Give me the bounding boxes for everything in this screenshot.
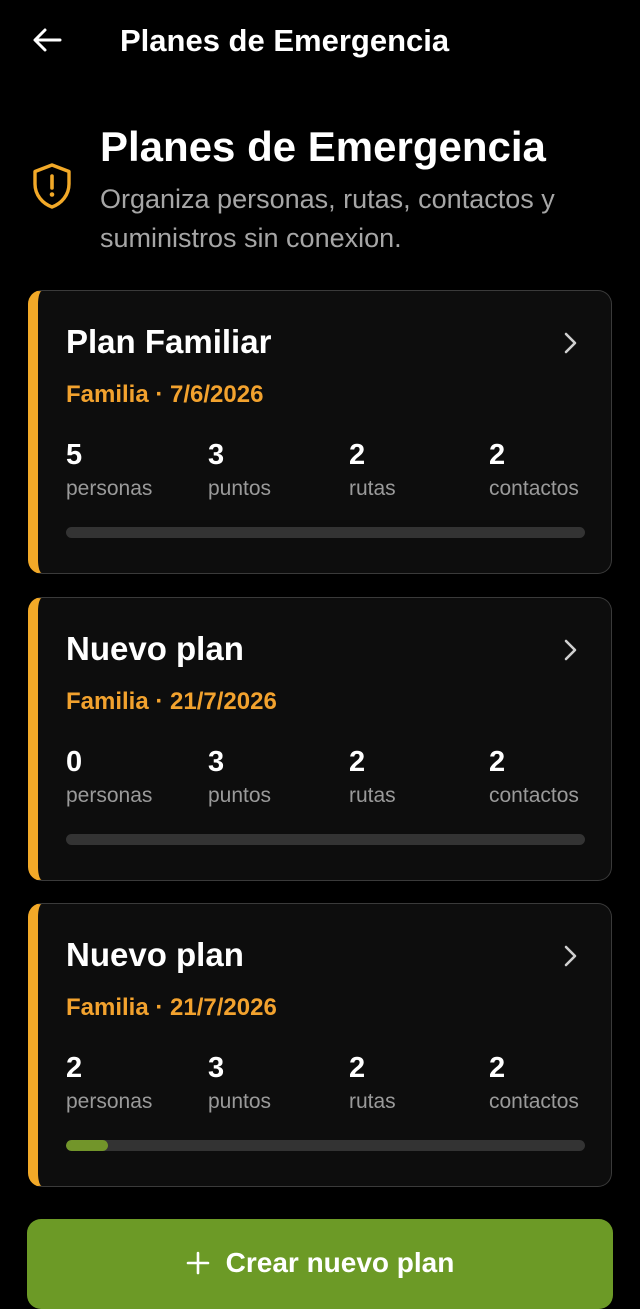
stat-label: puntos (208, 784, 272, 807)
stat-value: 0 (66, 746, 83, 778)
stat-value: 2 (66, 1052, 83, 1084)
app-bar-title: Planes de Emergencia (120, 23, 450, 58)
plan-progress-bar (66, 527, 585, 538)
page-subtitle: Organiza personas, rutas, contactos y su… (100, 184, 555, 253)
stat-label: personas (66, 784, 153, 807)
plan-title: Nuevo plan (66, 630, 244, 667)
stat-label: puntos (208, 477, 272, 500)
page-header: Planes de Emergencia Organiza personas, … (28, 118, 612, 268)
plan-card[interactable]: Nuevo plan Familia · 21/7/2026 0 persona… (28, 597, 612, 881)
stat-label: rutas (349, 1090, 396, 1113)
stat-value: 2 (349, 1052, 366, 1084)
stat-value: 2 (489, 1052, 506, 1084)
stat-label: rutas (349, 477, 396, 500)
stat-contactos: 2 contactos (489, 744, 579, 810)
stat-label: contactos (489, 784, 579, 807)
stat-rutas: 2 rutas (349, 744, 396, 810)
stat-value: 2 (349, 439, 366, 471)
back-button[interactable] (22, 18, 72, 62)
plan-type-date: Familia · 21/7/2026 (66, 994, 277, 1021)
progress-fill (66, 1140, 108, 1151)
stat-value: 2 (489, 439, 506, 471)
stat-value: 3 (208, 439, 225, 471)
stat-value: 2 (349, 746, 366, 778)
shield-alert-icon (33, 163, 71, 209)
stat-rutas: 2 rutas (349, 1050, 396, 1116)
stat-puntos: 3 puntos (208, 1050, 271, 1116)
stat-label: personas (66, 1090, 153, 1113)
stat-value: 3 (208, 1052, 225, 1084)
stat-contactos: 2 contactos (489, 437, 579, 503)
stat-label: contactos (489, 477, 579, 500)
stat-personas: 5 personas (66, 437, 152, 503)
stat-rutas: 2 rutas (349, 437, 396, 503)
stat-label: puntos (208, 1090, 272, 1113)
stat-value: 2 (489, 746, 506, 778)
plus-icon (186, 1251, 209, 1275)
arrow-left-icon (33, 28, 62, 52)
create-plan-label: Crear nuevo plan (225, 1247, 455, 1278)
chevron-right-icon (564, 945, 577, 967)
chevron-right-icon (564, 639, 577, 661)
create-plan-button-content: Crear nuevo plan (27, 1245, 613, 1281)
app-bar: Planes de Emergencia (0, 0, 640, 82)
stat-personas: 0 personas (66, 744, 152, 810)
page-title: Planes de Emergencia (100, 123, 546, 170)
plan-title: Plan Familiar (66, 323, 272, 360)
stat-contactos: 2 contactos (489, 1050, 579, 1116)
plan-type-date: Familia · 21/7/2026 (66, 688, 277, 715)
plan-progress-bar (66, 1140, 585, 1151)
stat-personas: 2 personas (66, 1050, 152, 1116)
stat-puntos: 3 puntos (208, 744, 271, 810)
stat-value: 3 (208, 746, 225, 778)
chevron-right-icon (564, 332, 577, 354)
plan-type-date: Familia · 7/6/2026 (66, 381, 264, 408)
stat-value: 5 (66, 439, 83, 471)
create-plan-button[interactable]: Crear nuevo plan (27, 1219, 613, 1309)
plan-card[interactable]: Plan Familiar Familia · 7/6/2026 5 perso… (28, 290, 612, 574)
plan-title: Nuevo plan (66, 936, 244, 973)
stat-label: contactos (489, 1090, 579, 1113)
stat-puntos: 3 puntos (208, 437, 271, 503)
plan-card[interactable]: Nuevo plan Familia · 21/7/2026 2 persona… (28, 903, 612, 1187)
stat-label: personas (66, 477, 153, 500)
plan-progress-bar (66, 834, 585, 845)
stat-label: rutas (349, 784, 396, 807)
